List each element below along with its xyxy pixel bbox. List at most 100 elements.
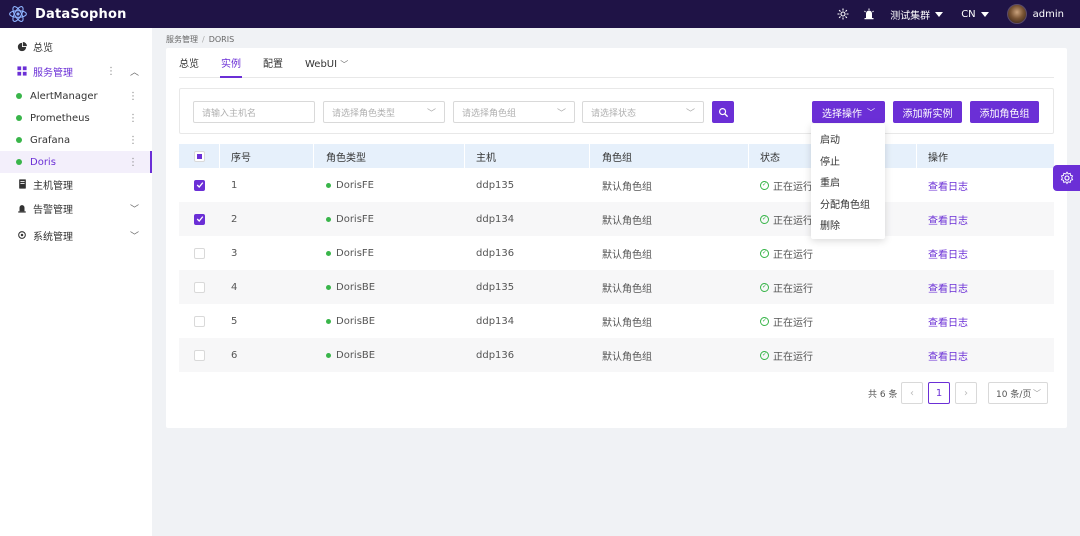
row-select-cell bbox=[194, 236, 205, 270]
row-select-cell bbox=[194, 270, 205, 304]
check-circle-icon: ✓ bbox=[760, 214, 769, 224]
more-vertical-icon[interactable]: ⋮ bbox=[128, 157, 138, 168]
sidebar-item-alertmanager[interactable]: AlertManager ⋮ bbox=[0, 85, 152, 107]
gear-icon bbox=[1060, 171, 1073, 185]
user-name[interactable]: admin bbox=[1033, 9, 1064, 20]
row-checkbox[interactable] bbox=[194, 349, 205, 361]
row-role-group: 默认角色组 bbox=[602, 249, 652, 261]
page-1-button[interactable]: 1 bbox=[928, 382, 950, 404]
grid-icon bbox=[16, 66, 28, 76]
settings-gear-icon[interactable] bbox=[836, 7, 850, 21]
breadcrumb-parent[interactable]: 服务管理 bbox=[166, 35, 198, 44]
row-select-cell bbox=[194, 202, 205, 236]
cluster-selector[interactable]: 测试集群 bbox=[890, 7, 944, 22]
caret-down-icon bbox=[980, 11, 989, 17]
more-vertical-icon[interactable]: ⋮ bbox=[128, 113, 138, 124]
tab-config[interactable]: 配置 bbox=[263, 55, 283, 77]
more-vertical-icon[interactable]: ⋮ bbox=[128, 135, 138, 146]
status-select[interactable]: 请选择状态 ﹀ bbox=[582, 101, 704, 123]
row-role-type: DorisBE bbox=[326, 304, 375, 338]
settings-icon bbox=[16, 230, 28, 240]
row-checkbox[interactable] bbox=[194, 281, 205, 293]
table-row: 4 DorisBE ddp135 默认角色组 ✓ 正在运行 查看日志 bbox=[179, 270, 1054, 304]
check-circle-icon: ✓ bbox=[760, 282, 769, 292]
sidebar-item-prometheus[interactable]: Prometheus ⋮ bbox=[0, 107, 152, 129]
row-checkbox[interactable] bbox=[194, 315, 205, 327]
menu-item-restart[interactable]: 重启 bbox=[811, 171, 885, 193]
select-action-button[interactable]: 选择操作 ﹀ bbox=[812, 101, 885, 123]
check-icon bbox=[196, 216, 203, 222]
view-log-link[interactable]: 查看日志 bbox=[928, 270, 968, 304]
language-selector[interactable]: CN bbox=[961, 9, 989, 20]
status-dot bbox=[326, 250, 331, 256]
sidebar-item-label: 主机管理 bbox=[33, 180, 73, 192]
role-group-select[interactable]: 请选择角色组 ﹀ bbox=[453, 101, 575, 123]
menu-item-assign-role-group[interactable]: 分配角色组 bbox=[811, 193, 885, 215]
check-circle-icon: ✓ bbox=[760, 350, 769, 360]
sidebar: 总览 服务管理 ⋮ ︿ AlertManager ⋮ Prometheus ⋮ … bbox=[0, 28, 152, 536]
sidebar-item-system-management[interactable]: 系统管理 ﹀ bbox=[0, 221, 152, 249]
row-checkbox[interactable] bbox=[194, 213, 205, 225]
status-dot bbox=[16, 115, 22, 121]
menu-item-stop[interactable]: 停止 bbox=[811, 150, 885, 172]
chevron-down-icon: ﹀ bbox=[129, 204, 139, 215]
check-circle-icon: ✓ bbox=[760, 316, 769, 326]
sidebar-item-label: Prometheus bbox=[30, 112, 90, 124]
column-divider bbox=[464, 144, 465, 168]
search-button[interactable] bbox=[712, 101, 734, 123]
row-status: ✓ 正在运行 bbox=[760, 270, 813, 304]
row-select-cell bbox=[194, 304, 205, 338]
view-log-link[interactable]: 查看日志 bbox=[928, 338, 968, 372]
check-circle-icon: ✓ bbox=[760, 180, 769, 190]
header-actions: 操作 bbox=[928, 152, 948, 164]
table-row: 6 DorisBE ddp136 默认角色组 ✓ 正在运行 查看日志 bbox=[179, 338, 1054, 372]
sidebar-item-grafana[interactable]: Grafana ⋮ bbox=[0, 129, 152, 151]
sidebar-item-label: 总览 bbox=[33, 43, 53, 54]
row-checkbox[interactable] bbox=[194, 247, 205, 259]
role-type-select[interactable]: 请选择角色类型 ﹀ bbox=[323, 101, 445, 123]
sidebar-item-doris[interactable]: Doris ⋮ bbox=[0, 151, 152, 173]
more-vertical-icon[interactable]: ⋮ bbox=[106, 66, 116, 77]
role-type-text: DorisBE bbox=[336, 315, 376, 327]
menu-item-start[interactable]: 启动 bbox=[811, 128, 885, 150]
hostname-placeholder: 请输入主机名 bbox=[202, 108, 257, 119]
tab-instances[interactable]: 实例 bbox=[220, 55, 242, 78]
sidebar-item-alert-management[interactable]: 告警管理 ﹀ bbox=[0, 195, 152, 221]
role-type-placeholder: 请选择角色类型 bbox=[332, 108, 396, 119]
row-number: 4 bbox=[231, 281, 238, 293]
add-instance-button[interactable]: 添加新实例 bbox=[893, 101, 962, 123]
row-role-group: 默认角色组 bbox=[602, 283, 652, 295]
alarm-bell-icon[interactable] bbox=[862, 7, 876, 21]
chevron-down-icon: ﹀ bbox=[426, 109, 436, 119]
hostname-input[interactable]: 请输入主机名 bbox=[193, 101, 315, 123]
prev-page-button[interactable]: ‹ bbox=[901, 382, 923, 404]
view-log-link[interactable]: 查看日志 bbox=[928, 304, 968, 338]
select-all-checkbox[interactable] bbox=[194, 150, 205, 162]
view-log-link[interactable]: 查看日志 bbox=[928, 202, 968, 236]
search-icon bbox=[718, 107, 728, 117]
view-log-link[interactable]: 查看日志 bbox=[928, 168, 968, 202]
header-host: 主机 bbox=[476, 152, 496, 164]
row-role-type: DorisFE bbox=[326, 168, 374, 202]
menu-item-delete[interactable]: 删除 bbox=[811, 214, 885, 236]
next-page-button[interactable]: › bbox=[955, 382, 977, 404]
tab-webui[interactable]: WebUI ﹀ bbox=[305, 59, 348, 77]
row-host: ddp134 bbox=[476, 315, 515, 327]
more-vertical-icon[interactable]: ⋮ bbox=[128, 91, 138, 102]
sidebar-item-service-management[interactable]: 服务管理 ⋮ ︿ bbox=[0, 57, 152, 85]
logo[interactable]: DataSophon bbox=[8, 4, 127, 24]
sidebar-item-host-management[interactable]: 主机管理 bbox=[0, 173, 152, 195]
table-row: 2 DorisFE ddp134 默认角色组 ✓ 正在运行 查看日志 bbox=[179, 202, 1054, 236]
view-log-link[interactable]: 查看日志 bbox=[928, 236, 968, 270]
status-text: 正在运行 bbox=[773, 351, 813, 363]
floating-settings-button[interactable] bbox=[1053, 165, 1080, 191]
add-role-group-button[interactable]: 添加角色组 bbox=[970, 101, 1039, 123]
row-role-group: 默认角色组 bbox=[602, 351, 652, 363]
tab-overview[interactable]: 总览 bbox=[179, 55, 199, 77]
user-avatar[interactable] bbox=[1006, 4, 1027, 24]
sidebar-item-overview[interactable]: 总览 bbox=[0, 36, 152, 57]
row-checkbox[interactable] bbox=[194, 179, 205, 191]
role-type-text: DorisFE bbox=[336, 213, 374, 225]
pie-chart-icon bbox=[16, 41, 28, 52]
page-size-select[interactable]: 10 条/页 ﹀ bbox=[988, 382, 1048, 404]
